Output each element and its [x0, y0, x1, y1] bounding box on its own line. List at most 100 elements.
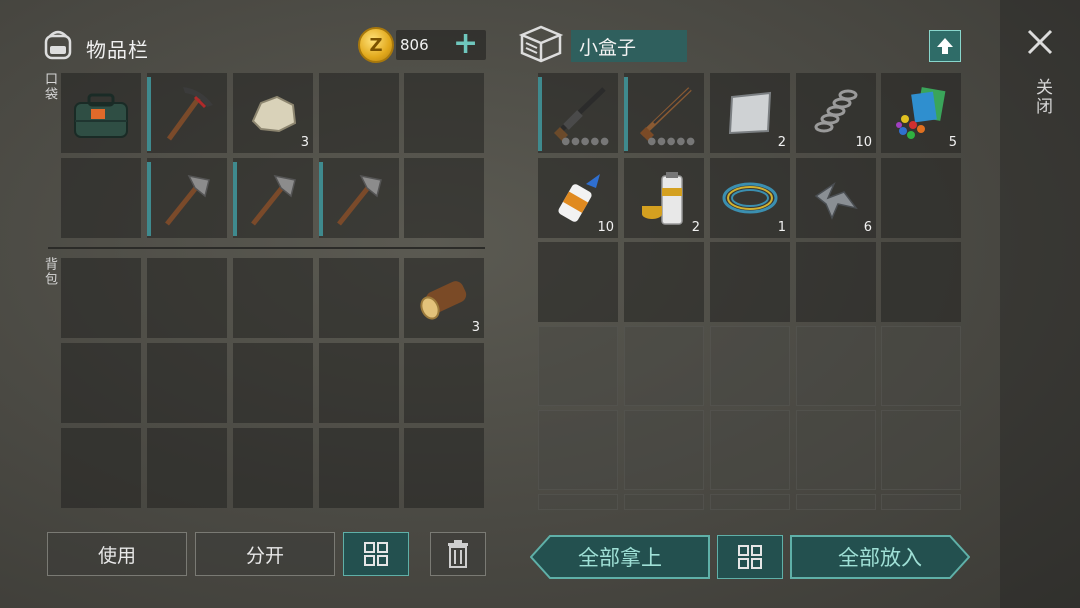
wire-icon: [722, 182, 778, 214]
box-slot[interactable]: [538, 242, 618, 322]
trash-icon: [448, 540, 468, 568]
item-count: 10: [597, 220, 614, 235]
pocket-slot[interactable]: 3: [233, 73, 313, 153]
pocket-slot[interactable]: [233, 158, 313, 238]
item-count: 3: [471, 320, 480, 335]
log-icon: [420, 281, 467, 320]
ammo-dots: ●●●●●: [647, 136, 696, 147]
item-count: 3: [300, 135, 309, 150]
durability-bar: [624, 77, 628, 151]
discard-button[interactable]: [430, 532, 486, 576]
pocket-slot[interactable]: [147, 158, 227, 238]
pocket-slot[interactable]: [61, 158, 141, 238]
take-all-label: 全部拿上: [578, 546, 662, 570]
box-slot-locked: [538, 410, 618, 490]
box-sort-button[interactable]: [717, 535, 783, 579]
item-count: 1: [777, 220, 786, 235]
box-slot-locked: [538, 494, 618, 510]
hatchet-icon: [251, 174, 296, 226]
box-slot[interactable]: [624, 242, 704, 322]
upload-icon: [937, 38, 953, 54]
backpack-slot[interactable]: [233, 428, 313, 508]
pocket-slot[interactable]: [319, 73, 399, 153]
box-slot-locked: [624, 410, 704, 490]
pocket-slot[interactable]: [147, 73, 227, 153]
box-slot[interactable]: 10: [538, 158, 618, 238]
put-all-label: 全部放入: [838, 546, 922, 570]
colored-pieces-icon: [896, 87, 946, 139]
backpack-slot[interactable]: [61, 428, 141, 508]
backpack-slot[interactable]: [147, 343, 227, 423]
backpack-slot[interactable]: [319, 343, 399, 423]
box-slot-locked: [796, 494, 876, 510]
box-slot-locked: [538, 326, 618, 406]
sort-button[interactable]: [343, 532, 409, 576]
backpack-slot[interactable]: [404, 428, 484, 508]
backpack-slot[interactable]: [147, 258, 227, 338]
pocket-slot[interactable]: [61, 73, 141, 153]
durability-bar: [319, 162, 323, 236]
backpack-slot[interactable]: [147, 428, 227, 508]
box-slot[interactable]: [796, 242, 876, 322]
durability-bar: [233, 162, 237, 236]
item-count: 2: [691, 220, 700, 235]
ammo-dots: ●●●●●: [561, 136, 610, 147]
use-button[interactable]: 使用: [47, 532, 187, 576]
hatchet-icon: [337, 174, 382, 226]
plus-icon[interactable]: +: [453, 29, 478, 59]
durability-bar: [147, 77, 151, 151]
put-all-button[interactable]: 全部放入: [790, 535, 970, 579]
backpack-slot[interactable]: [404, 343, 484, 423]
box-slot[interactable]: ●●●●●: [538, 73, 618, 153]
split-button[interactable]: 分开: [195, 532, 335, 576]
backpack-slot[interactable]: [233, 258, 313, 338]
box-slot[interactable]: 10: [796, 73, 876, 153]
box-name-field[interactable]: 小盒子: [571, 30, 687, 62]
box-slot-locked: [881, 326, 961, 406]
box-slot[interactable]: [881, 158, 961, 238]
money-value: 806: [400, 36, 429, 54]
first-aid-kit-icon: [74, 93, 128, 138]
item-count: 10: [855, 135, 872, 150]
box-slot[interactable]: [710, 242, 790, 322]
durability-bar: [147, 162, 151, 236]
box-slot-locked: [710, 494, 790, 510]
metal-sheet-icon: [728, 91, 772, 135]
pocket-slot[interactable]: [404, 158, 484, 238]
box-slot-locked: [624, 494, 704, 510]
inventory-title: 物品栏: [86, 38, 149, 62]
pocket-label: 口袋: [42, 72, 57, 102]
metal-scrap-icon: [814, 181, 858, 220]
close-icon[interactable]: [1026, 28, 1054, 56]
grid-icon: [364, 542, 388, 566]
box-slot[interactable]: 6: [796, 158, 876, 238]
backpack-slot[interactable]: [61, 343, 141, 423]
backpack-slot[interactable]: [319, 258, 399, 338]
backpack-slot[interactable]: [61, 258, 141, 338]
backpack-slot[interactable]: [319, 428, 399, 508]
item-count: 5: [948, 135, 957, 150]
box-slot[interactable]: 2: [624, 158, 704, 238]
box-slot-locked: [881, 410, 961, 490]
backpack-icon: [44, 30, 72, 60]
grid-icon: [738, 545, 762, 569]
backpack-slot[interactable]: 3: [404, 258, 484, 338]
box-slot[interactable]: ●●●●●: [624, 73, 704, 153]
box-slot[interactable]: 2: [710, 73, 790, 153]
item-count: 2: [777, 135, 786, 150]
box-icon: [518, 25, 564, 63]
durability-bar: [538, 77, 542, 151]
upload-button[interactable]: [929, 30, 961, 62]
pocket-slot[interactable]: [404, 73, 484, 153]
box-slot-locked: [881, 494, 961, 510]
pocket-slot[interactable]: [319, 158, 399, 238]
box-slot[interactable]: [881, 242, 961, 322]
box-slot[interactable]: 1: [710, 158, 790, 238]
stone-icon: [251, 95, 297, 133]
take-all-button[interactable]: 全部拿上: [530, 535, 710, 579]
close-label[interactable]: 关闭: [1030, 78, 1055, 116]
backpack-slot[interactable]: [233, 343, 313, 423]
box-slot[interactable]: 5: [881, 73, 961, 153]
hatchet-icon: [165, 174, 210, 226]
paint-can-icon: [642, 172, 683, 225]
